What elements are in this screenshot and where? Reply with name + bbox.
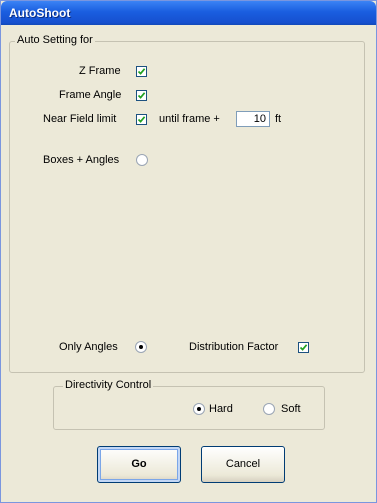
checkmark-icon [137,116,146,123]
autoshoot-window: AutoShoot Auto Setting for Z Frame Frame… [0,0,377,503]
z-frame-label: Z Frame [79,65,121,77]
cancel-button[interactable]: Cancel [201,446,285,483]
soft-radio[interactable] [263,403,275,415]
distribution-factor-label: Distribution Factor [189,341,279,353]
frame-angle-label: Frame Angle [59,89,122,101]
directivity-control-legend: Directivity Control [63,379,154,391]
soft-label: Soft [281,403,301,415]
only-angles-radio[interactable] [135,341,147,353]
go-button[interactable]: Go [97,446,181,483]
hard-label: Hard [209,403,233,415]
only-angles-label: Only Angles [59,341,118,353]
near-field-limit-label: Near Field limit [43,113,117,125]
z-frame-checkbox[interactable] [136,66,147,77]
near-field-limit-checkbox[interactable] [136,114,147,125]
radio-dot [197,407,201,411]
boxes-angles-radio[interactable] [136,154,148,166]
checkmark-icon [137,68,146,75]
until-frame-unit: ft [275,113,282,125]
until-frame-input[interactable]: 10 [236,111,270,127]
hard-radio[interactable] [193,403,205,415]
checkmark-icon [137,92,146,99]
window-title: AutoShoot [9,6,71,20]
frame-angle-checkbox[interactable] [136,90,147,101]
auto-setting-legend: Auto Setting for [15,34,95,46]
until-frame-label: until frame + [159,113,220,125]
boxes-angles-label: Boxes + Angles [43,154,120,166]
checkmark-icon [299,344,308,351]
title-bar[interactable]: AutoShoot [1,1,376,25]
distribution-factor-checkbox[interactable] [298,342,309,353]
radio-dot [139,345,143,349]
